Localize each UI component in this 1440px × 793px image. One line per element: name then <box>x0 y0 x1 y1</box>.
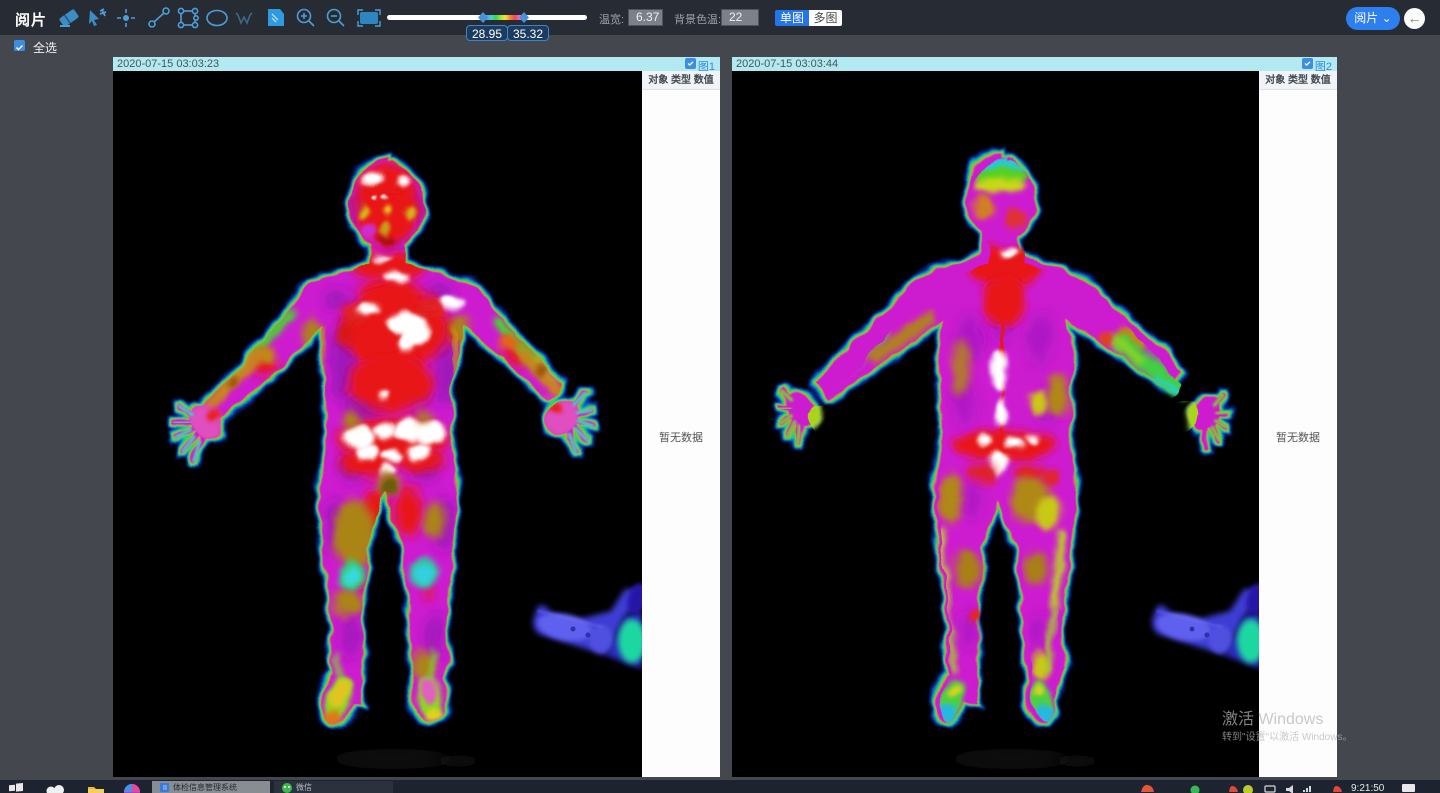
svg-text:9:21:50: 9:21:50 <box>1351 783 1385 793</box>
svg-text:II: II <box>163 785 167 792</box>
svg-text:微信: 微信 <box>296 782 312 792</box>
svg-text:体检信息管理系统: 体检信息管理系统 <box>173 782 237 792</box>
